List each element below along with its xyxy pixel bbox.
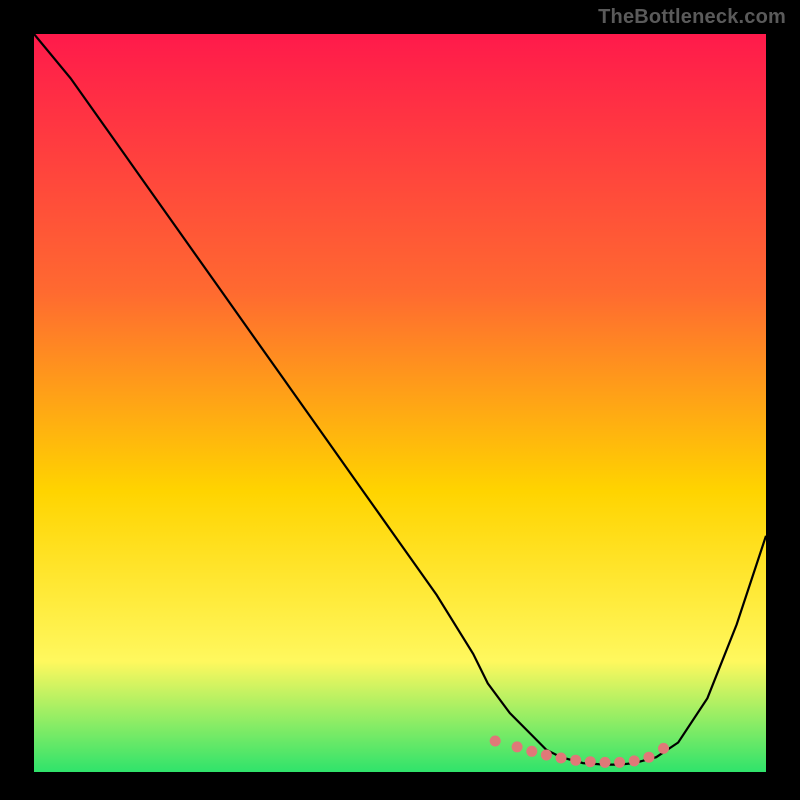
marker-dot xyxy=(585,756,596,767)
chart-frame: TheBottleneck.com xyxy=(0,0,800,800)
marker-dot xyxy=(614,757,625,768)
marker-dot xyxy=(526,746,537,757)
marker-dot xyxy=(658,743,669,754)
marker-dot xyxy=(643,752,654,763)
chart-svg xyxy=(34,34,766,772)
marker-dot xyxy=(629,755,640,766)
gradient-background xyxy=(34,34,766,772)
watermark-text: TheBottleneck.com xyxy=(598,6,786,29)
marker-dot xyxy=(556,753,567,764)
marker-dot xyxy=(570,755,581,766)
marker-dot xyxy=(512,741,523,752)
marker-dot xyxy=(541,750,552,761)
plot-area xyxy=(34,34,766,772)
marker-dot xyxy=(600,757,611,768)
marker-dot xyxy=(490,736,501,747)
